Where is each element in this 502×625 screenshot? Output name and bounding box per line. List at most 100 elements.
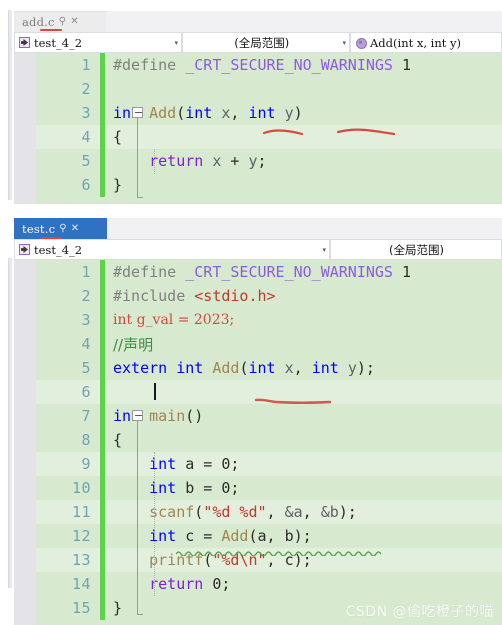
code-text[interactable]: int b = 0; (105, 476, 502, 500)
fold-toggle-icon[interactable] (132, 410, 143, 421)
code-text[interactable] (105, 380, 502, 404)
code-text[interactable]: int Add(int x, int y) (105, 101, 502, 125)
code-line[interactable]: 3 int g_val = 2023; (36, 308, 502, 332)
close-icon[interactable]: ✕ (71, 223, 80, 234)
code-text[interactable]: int c = Add (a, b); (105, 524, 502, 548)
code-text[interactable] (105, 77, 502, 101)
code-token: y (347, 359, 357, 377)
pin-icon[interactable]: ⚲ (59, 223, 67, 234)
code-line[interactable]: 6 (36, 380, 502, 404)
code-text[interactable]: return 0; (105, 572, 502, 596)
line-number: 1 (81, 56, 91, 74)
code-editor-test-c[interactable]: 1 #define _CRT_SECURE_NO_WARNINGS 1 2 #incl… (14, 260, 502, 625)
code-text[interactable]: #include <stdio.h> (105, 284, 502, 308)
code-text[interactable]: #define _CRT_SECURE_NO_WARNINGS 1 (105, 260, 502, 284)
code-token: \n (239, 551, 258, 569)
code-text[interactable]: int main() (105, 404, 502, 428)
tab-test-c[interactable]: test.c ⚲ ✕ (14, 218, 107, 239)
code-token: scanf (149, 503, 195, 521)
code-line[interactable]: 13 printf("%d \n ", c); (36, 548, 502, 572)
code-editor-add-c[interactable]: 1 #define _CRT_SECURE_NO_WARNINGS 1 2 3 int … (14, 53, 502, 204)
tab-bar-add-c: add.c ⚲ ✕ (14, 11, 502, 32)
code-token: (a, b); (248, 527, 312, 545)
code-text[interactable]: int a = 0; (105, 452, 502, 476)
code-text[interactable]: scanf("%d %d", &a, &b); (105, 500, 502, 524)
code-token: { (113, 431, 123, 449)
project-dropdown-add-c[interactable]: test_4_2 ▾ (14, 32, 182, 53)
line-number: 4 (81, 335, 91, 353)
line-number: 11 (71, 503, 91, 521)
code-line[interactable]: 2 (36, 77, 502, 101)
panel-separator (0, 204, 502, 218)
code-line[interactable]: 2 #include <stdio.h> (36, 284, 502, 308)
code-token: } (113, 176, 123, 194)
code-token: x (221, 104, 231, 122)
fold-guide-line (137, 421, 138, 615)
code-token: Add (221, 527, 249, 545)
code-line[interactable]: 8{ (36, 428, 502, 452)
editor-left-gutter (14, 53, 36, 204)
code-token: int g_val = 2023; (113, 312, 235, 328)
code-text[interactable]: #define _CRT_SECURE_NO_WARNINGS 1 (105, 53, 502, 77)
code-line[interactable]: 1 #define _CRT_SECURE_NO_WARNINGS 1 (36, 260, 502, 284)
editor-panel-add-c: add.c ⚲ ✕ test_4_2 ▾ (全局范围) ▾ Add(int x,… (0, 0, 502, 212)
scope-dropdown-add-c[interactable]: (全局范围) ▾ (182, 32, 350, 53)
code-line[interactable]: 14 return 0; (36, 572, 502, 596)
code-token: printf (149, 551, 204, 569)
line-number: 3 (81, 104, 91, 122)
code-lines-add-c[interactable]: 1 #define _CRT_SECURE_NO_WARNINGS 1 2 3 int … (36, 53, 502, 204)
code-token: &b (320, 503, 339, 521)
tab-add-c[interactable]: add.c ⚲ ✕ (14, 11, 106, 32)
fold-toggle-icon[interactable] (132, 107, 143, 118)
code-text[interactable]: extern int Add(int x, int y); (105, 356, 502, 380)
code-line[interactable]: 10 int b = 0; (36, 476, 502, 500)
line-number: 8 (81, 431, 91, 449)
scope-dropdown-test-c[interactable]: (全局范围) (330, 239, 502, 260)
member-dropdown-add-c[interactable]: Add(int x, int y) (350, 32, 502, 53)
screenshot-root: add.c ⚲ ✕ test_4_2 ▾ (全局范围) ▾ Add(int x,… (0, 0, 502, 625)
indent-guide (154, 452, 155, 596)
code-line[interactable]: 12 int c = Add (a, b); (36, 524, 502, 548)
close-icon[interactable]: ✕ (70, 17, 79, 27)
code-token: ; (230, 479, 240, 497)
code-line[interactable]: 6} (36, 173, 502, 197)
fold-end-tick (137, 197, 143, 198)
code-token: ); (338, 503, 357, 521)
code-text[interactable]: } (105, 173, 502, 197)
line-number: 10 (71, 479, 91, 497)
code-token: ; (230, 455, 240, 473)
code-lines-test-c[interactable]: 1 #define _CRT_SECURE_NO_WARNINGS 1 2 #incl… (36, 260, 502, 625)
code-text[interactable]: return x + y; (105, 149, 502, 173)
fold-region-add (132, 101, 146, 204)
code-token: &a (284, 503, 303, 521)
host-scrollbar[interactable] (8, 10, 12, 200)
code-text[interactable]: printf("%d \n ", c); (105, 548, 502, 572)
code-line[interactable]: 1 #define _CRT_SECURE_NO_WARNINGS 1 (36, 53, 502, 77)
code-line[interactable]: 11 scanf("%d %d", &a, &b); (36, 500, 502, 524)
code-token: <stdio.h> (194, 287, 276, 305)
host-scrollbar-2[interactable] (8, 258, 12, 588)
code-token: 1 (402, 263, 412, 281)
code-line[interactable]: 5 extern int Add(int x, int y); (36, 356, 502, 380)
code-line[interactable]: 4{ (36, 125, 502, 149)
code-token: , (302, 503, 321, 521)
code-text[interactable]: { (105, 125, 502, 149)
project-dropdown-test-c[interactable]: test_4_2 ▾ (14, 239, 330, 260)
window-left-strip-2 (0, 218, 14, 625)
code-token: int (185, 104, 213, 122)
scope-dropdown-label: (全局范围) (389, 242, 444, 257)
code-token: _CRT_SECURE_NO_WARNINGS (185, 263, 393, 281)
code-text[interactable]: { (105, 428, 502, 452)
code-token: int (176, 359, 204, 377)
code-text[interactable]: //声明 (105, 332, 502, 356)
code-line[interactable]: 7 int main() (36, 404, 502, 428)
code-line[interactable]: 5 return x + y; (36, 149, 502, 173)
code-line[interactable]: 3 int Add(int x, int y) (36, 101, 502, 125)
code-line[interactable]: 4 //声明 (36, 332, 502, 356)
code-token: #include (113, 287, 195, 305)
code-text[interactable]: int g_val = 2023; (105, 308, 502, 332)
pin-icon[interactable]: ⚲ (59, 17, 67, 27)
code-line[interactable]: 9 int a = 0; (36, 452, 502, 476)
